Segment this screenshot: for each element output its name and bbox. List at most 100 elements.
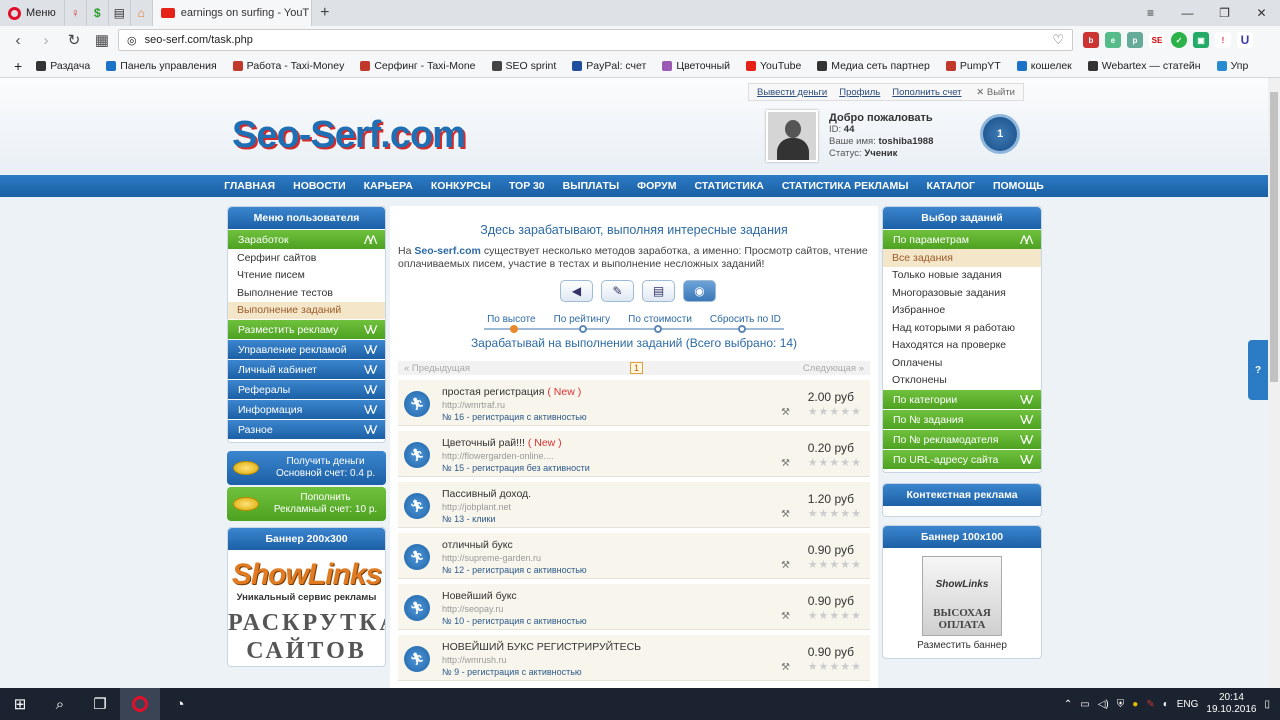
menu-section[interactable]: Рефералы ⋁⋁ — [228, 380, 385, 399]
task-row[interactable]: 🏃︎ Цветочный рай!!! ( New ) http://flowe… — [398, 431, 870, 477]
extension-6-icon[interactable]: ▣ — [1193, 32, 1209, 48]
minimize-button[interactable]: — — [1169, 0, 1206, 26]
menu-section[interactable]: Личный кабинет ⋁⋁ — [228, 360, 385, 379]
menu-item[interactable]: Чтение писем — [228, 266, 385, 284]
pinned-tab-2[interactable]: $ — [85, 0, 108, 26]
close-window-button[interactable]: ✕ — [1243, 0, 1280, 26]
task-name[interactable]: отличный букс — [442, 539, 513, 551]
bookmark-item[interactable]: Цветочный — [654, 60, 738, 72]
nav-item[interactable]: СТАТИСТИКА — [694, 180, 763, 192]
task-view-icon[interactable]: ❐ — [80, 688, 120, 720]
language-indicator[interactable]: ENG — [1177, 699, 1199, 710]
task-row[interactable]: 🏃︎ простая регистрация ( New ) http://wm… — [398, 380, 870, 426]
bookmark-item[interactable]: PayPal: счет — [564, 60, 654, 72]
camera-button[interactable]: ◉ — [683, 280, 716, 302]
hammer-icon[interactable]: ⚒ — [781, 662, 790, 673]
extension-7-icon[interactable]: ! — [1215, 32, 1231, 48]
topup-link[interactable]: Пополнить счет — [892, 87, 961, 98]
sort-dot[interactable] — [579, 325, 587, 333]
extension-8-icon[interactable]: U — [1237, 32, 1253, 48]
sort-by-rating[interactable]: По рейтингу — [554, 314, 611, 325]
new-tab-button[interactable]: + — [312, 4, 338, 22]
task-row[interactable]: 🏃︎ отличный букс http://supreme-garden.r… — [398, 533, 870, 579]
nav-item[interactable]: КОНКУРСЫ — [431, 180, 491, 192]
search-icon[interactable]: ⌕ — [40, 688, 80, 720]
banner100-image[interactable]: ShowLinks ВЫСОХАЯ ОПЛАТА — [922, 556, 1002, 636]
page-number[interactable]: 1 — [629, 362, 643, 374]
pinned-tab-4[interactable]: ⌂ — [129, 0, 152, 26]
back-button[interactable]: ‹ — [6, 28, 30, 52]
tray-app-icon[interactable]: ✎ — [1146, 699, 1154, 710]
filter-item[interactable]: Многоразовые задания — [883, 284, 1041, 302]
extension-1-icon[interactable]: b — [1083, 32, 1099, 48]
next-page-link[interactable]: Следующая » — [803, 363, 864, 374]
menu-earn[interactable]: Заработок ⋀⋀ — [228, 230, 385, 249]
opera-taskbar-icon[interactable] — [120, 688, 160, 720]
extension-4-icon[interactable]: SE — [1149, 32, 1165, 48]
notes-button[interactable]: ▤ — [642, 280, 675, 302]
hammer-icon[interactable]: ⚒ — [781, 458, 790, 469]
volume-icon[interactable]: ◁) — [1098, 699, 1109, 710]
task-name[interactable]: Цветочный рай!!! — [442, 437, 525, 449]
tray-arrow-icon[interactable]: ⌃ — [1064, 699, 1072, 710]
app-taskbar-icon[interactable]: ◔ — [160, 688, 200, 720]
site-logo[interactable]: Seo-Serf.com — [232, 114, 466, 157]
tab-youtube[interactable]: earnings on surfing - YouT × — [151, 0, 312, 26]
filter-item[interactable]: Оплачены — [883, 354, 1041, 372]
hammer-icon[interactable]: ⚒ — [781, 560, 790, 571]
nav-item[interactable]: TOP 30 — [509, 180, 545, 192]
page-scrollbar[interactable] — [1268, 78, 1280, 688]
add-bookmark-button[interactable]: + — [8, 58, 28, 74]
bookmark-item[interactable]: Панель управления — [98, 60, 224, 72]
notifications-icon[interactable]: ▯ — [1264, 699, 1270, 710]
filter-item[interactable]: Находятся на проверке — [883, 337, 1041, 355]
bookmark-item[interactable]: SEO sprint — [484, 60, 565, 72]
edit-button[interactable]: ✎ — [601, 280, 634, 302]
speed-dial-icon[interactable]: ▦ — [90, 28, 114, 52]
filter-item[interactable]: Отклонены — [883, 372, 1041, 390]
back-circle-button[interactable]: ◀ — [560, 280, 593, 302]
menu-section[interactable]: Разное ⋁⋁ — [228, 420, 385, 439]
bookmark-item[interactable]: Медиа сеть партнер — [809, 60, 938, 72]
sort-dot-active[interactable] — [510, 325, 518, 333]
sort-dot[interactable] — [654, 325, 662, 333]
bookmark-item[interactable]: Серфинг - Taxi-Mone — [352, 60, 483, 72]
clock[interactable]: 20:14 19.10.2016 — [1206, 692, 1256, 716]
opera-menu-button[interactable]: Меню — [0, 0, 64, 26]
menu-item-active[interactable]: Выполнение заданий — [228, 301, 385, 319]
sort-reset-id[interactable]: Сбросить по ID — [710, 314, 781, 325]
nav-item[interactable]: ФОРУМ — [637, 180, 676, 192]
menu-item[interactable]: Выполнение тестов — [228, 284, 385, 302]
feedback-tab[interactable]: ? — [1248, 340, 1268, 400]
exit-link[interactable]: ✕ Выйти — [976, 87, 1015, 98]
filter-item-active[interactable]: Все задания — [883, 249, 1041, 267]
avatar[interactable] — [766, 110, 818, 162]
nav-item[interactable]: ПОМОЩЬ — [993, 180, 1044, 192]
windows-start-icon[interactable]: ⊞ — [0, 688, 40, 720]
pinned-tab-1[interactable]: ♀ — [63, 0, 86, 26]
tray-app-icon[interactable]: ● — [1132, 699, 1138, 710]
get-money-button[interactable]: Получить деньги Основной счет: 0.4 р. — [227, 451, 386, 485]
scrollbar-thumb[interactable] — [1270, 92, 1278, 382]
sort-by-height[interactable]: По высоте — [487, 314, 536, 325]
bookmark-item[interactable]: PumpYT — [938, 60, 1009, 72]
nav-item[interactable]: НОВОСТИ — [293, 180, 346, 192]
bookmark-item[interactable]: YouTube — [738, 60, 809, 72]
sort-dot[interactable] — [738, 325, 746, 333]
bookmark-item[interactable]: Раздача — [28, 60, 98, 72]
hammer-icon[interactable]: ⚒ — [781, 509, 790, 520]
nav-item[interactable]: КАРЬЕРА — [364, 180, 413, 192]
filter-section[interactable]: По URL-адресу сайта ⋁⋁ — [883, 450, 1041, 469]
nav-item[interactable]: ВЫПЛАТЫ — [563, 180, 620, 192]
extension-2-icon[interactable]: e — [1105, 32, 1121, 48]
bookmark-item[interactable]: Webartex — статейн — [1080, 60, 1209, 72]
nav-item[interactable]: ГЛАВНАЯ — [224, 180, 275, 192]
filter-item[interactable]: Избранное — [883, 302, 1041, 320]
sort-by-price[interactable]: По стоимости — [628, 314, 692, 325]
menu-section[interactable]: Управление рекламой ⋁⋁ — [228, 340, 385, 359]
shield-icon[interactable]: ⛨ — [1117, 699, 1125, 710]
hammer-icon[interactable]: ⚒ — [781, 611, 790, 622]
menu-section[interactable]: Информация ⋁⋁ — [228, 400, 385, 419]
menu-place-ad[interactable]: Разместить рекламу ⋁⋁ — [228, 320, 385, 339]
nav-item[interactable]: КАТАЛОГ — [927, 180, 975, 192]
